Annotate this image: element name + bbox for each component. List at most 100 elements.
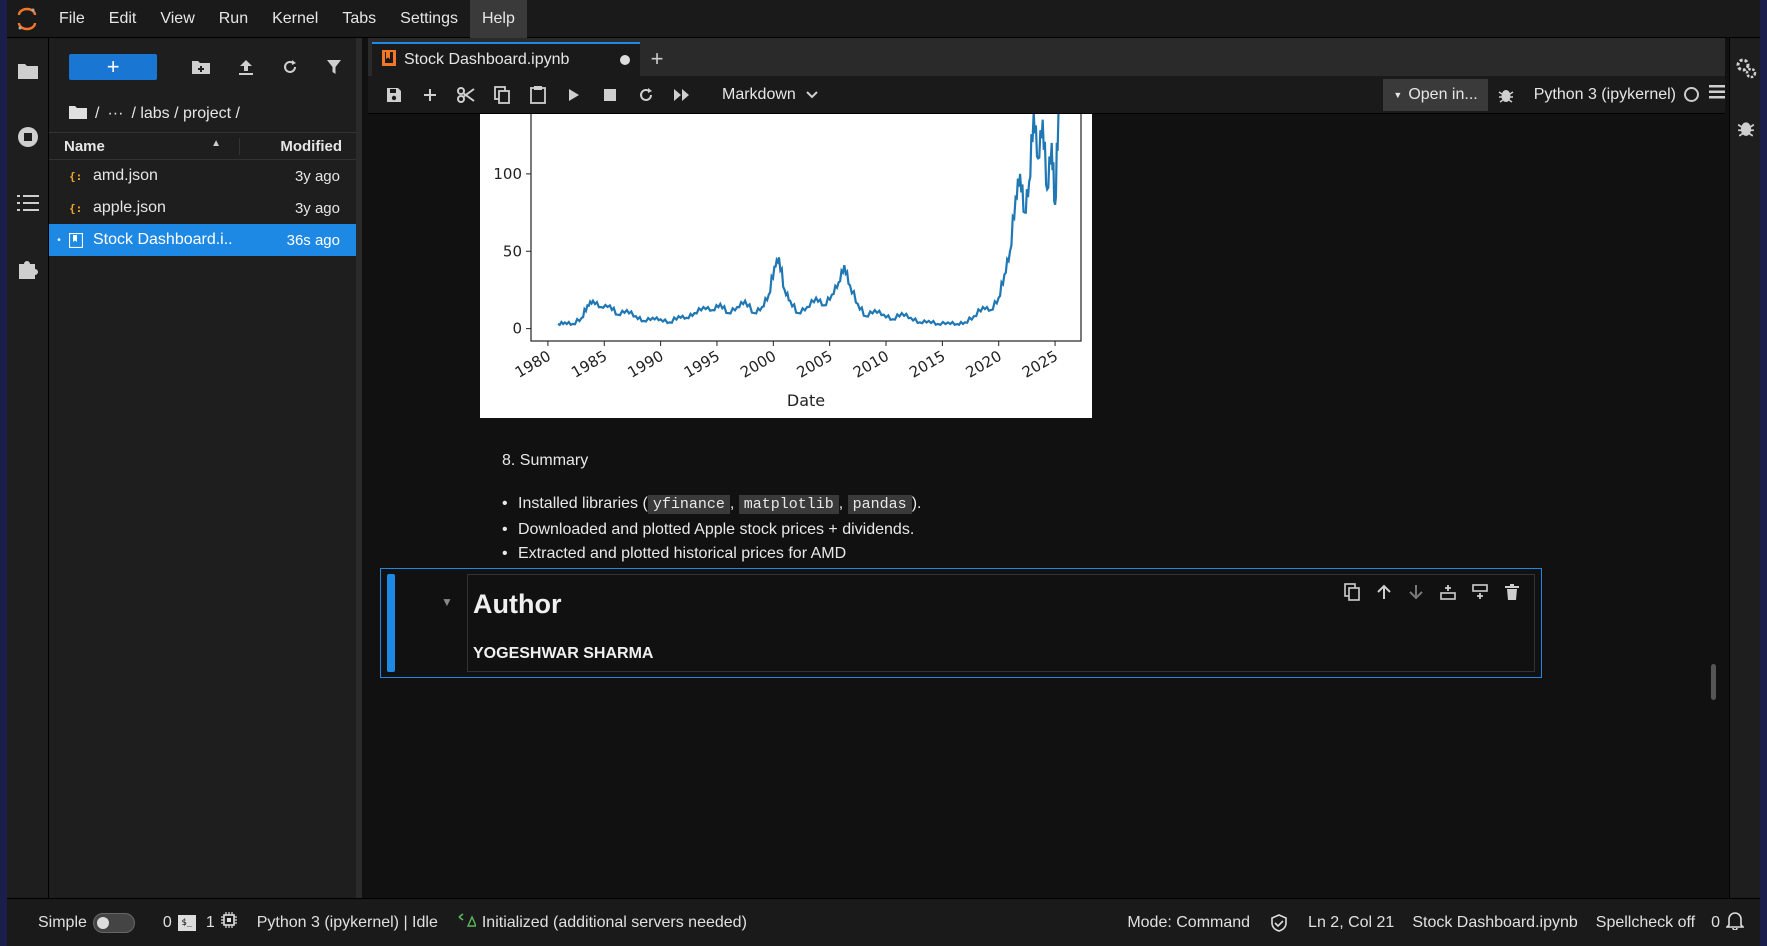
summary-heading: 8. Summary <box>502 452 589 469</box>
file-row[interactable]: {:} apple.json 3y ago <box>49 192 356 224</box>
running-sessions-icon[interactable] <box>7 104 49 170</box>
status-bar: Simple 0 $_ 1 Python 3 (ipykernel) | Idl… <box>7 898 1760 946</box>
debugger-panel-icon[interactable] <box>1730 98 1761 158</box>
menu-view[interactable]: View <box>148 0 206 38</box>
scrollbar-thumb[interactable] <box>1711 664 1716 700</box>
author-cell-content[interactable]: Author YOGESHWAR SHARMA <box>467 574 1535 672</box>
x-tick-label: 2005 <box>794 347 836 382</box>
filter-icon[interactable] <box>312 54 356 80</box>
menu-edit[interactable]: Edit <box>97 0 149 38</box>
home-folder-icon[interactable] <box>69 105 87 124</box>
table-of-contents-icon[interactable] <box>7 170 49 236</box>
insert-cell-icon[interactable] <box>412 80 448 110</box>
file-name: amd.json <box>93 167 158 184</box>
notebook-mode: Mode: Command <box>1127 913 1251 931</box>
new-folder-icon[interactable] <box>179 54 223 80</box>
cut-icon[interactable] <box>448 80 484 110</box>
summary-list: Installed libraries (yfinance, matplotli… <box>502 492 922 567</box>
folder-icon[interactable] <box>7 38 49 104</box>
menu-file[interactable]: File <box>47 0 97 38</box>
new-launcher-button[interactable]: + <box>69 54 158 80</box>
cell-type-value: Markdown <box>722 85 796 103</box>
file-list-header: Name ▲ Modified <box>49 132 356 160</box>
trusted-shield-icon[interactable] <box>1270 913 1288 932</box>
breadcrumb-root[interactable]: / <box>95 105 99 123</box>
paste-icon[interactable] <box>520 80 556 110</box>
delete-cell-icon[interactable] <box>1500 581 1524 603</box>
x-axis-label: Date <box>787 391 825 410</box>
cell-collapser[interactable] <box>387 574 395 672</box>
name-column-header[interactable]: Name ▲ <box>49 138 239 155</box>
notifications[interactable]: 0 <box>1711 910 1745 935</box>
menu-icon[interactable] <box>1709 85 1725 104</box>
code-matplotlib: matplotlib <box>738 495 839 514</box>
toolbar-right: ▼ Open in... Python 3 (ipykernel) <box>1383 76 1725 114</box>
tab-stock-dashboard[interactable]: Stock Dashboard.ipynb <box>372 42 640 76</box>
move-down-icon[interactable] <box>1404 581 1428 603</box>
x-tick-label: 1995 <box>681 347 723 382</box>
kernels-indicator[interactable]: 1 <box>206 912 237 933</box>
file-modified: 3y ago <box>294 199 340 217</box>
tab-title: Stock Dashboard.ipynb <box>404 51 570 68</box>
notebook-icon <box>69 232 93 248</box>
breadcrumb-path[interactable]: / labs / project / <box>131 105 240 123</box>
restart-run-all-icon[interactable] <box>664 80 700 110</box>
notebook-scrollbar[interactable] <box>1708 114 1720 898</box>
simple-mode-switch[interactable] <box>92 912 135 933</box>
cell-type-dropdown[interactable]: Markdown <box>722 86 818 104</box>
libraries-suffix: ). <box>911 495 922 512</box>
simple-mode-toggle[interactable]: Simple <box>38 912 135 933</box>
separator-2: , <box>838 495 844 512</box>
json-icon: {:} <box>69 169 93 183</box>
y-axis-ticks: 100 50 0 <box>493 165 531 338</box>
copy-icon[interactable] <box>484 80 520 110</box>
cursor-position[interactable]: Ln 2, Col 21 <box>1308 914 1394 932</box>
refresh-icon[interactable] <box>268 54 312 80</box>
summary-item-apple: Downloaded and plotted Apple stock price… <box>502 518 921 543</box>
file-row[interactable]: • Stock Dashboard.i... 36s ago <box>49 224 356 256</box>
run-icon[interactable] <box>556 80 592 110</box>
extension-manager-icon[interactable] <box>7 236 49 302</box>
author-cell[interactable]: ▼ Author YOGESHWAR SHARMA <box>380 568 1542 678</box>
menu-help[interactable]: Help <box>469 0 527 38</box>
move-up-icon[interactable] <box>1372 581 1396 603</box>
terminals-indicator[interactable]: 0 $_ <box>163 914 196 932</box>
menu-kernel[interactable]: Kernel <box>260 0 330 38</box>
notebook-icon <box>382 49 396 71</box>
x-tick-label: 2015 <box>906 347 948 382</box>
heading-collapse-icon[interactable]: ▼ <box>441 595 453 609</box>
x-tick-label: 1980 <box>512 347 554 382</box>
file-row[interactable]: {:} amd.json 3y ago <box>49 160 356 192</box>
spellcheck-status[interactable]: Spellcheck off <box>1596 914 1695 932</box>
menu-run[interactable]: Run <box>207 0 260 38</box>
kernel-status[interactable]: Python 3 (ipykernel) | Idle <box>257 914 438 932</box>
file-list: {:} amd.json 3y ago {:} apple.json 3y ago • Sto… <box>49 160 356 256</box>
breadcrumb-ellipsis[interactable]: ··· <box>107 105 123 123</box>
stop-icon[interactable] <box>592 80 628 110</box>
insert-below-icon[interactable] <box>1468 581 1492 603</box>
file-browser-toolbar: + <box>49 38 356 96</box>
modified-column-header[interactable]: Modified <box>239 137 356 155</box>
name-column-label: Name <box>64 137 105 155</box>
code-pandas: pandas <box>847 495 912 514</box>
property-inspector-icon[interactable] <box>1730 38 1761 98</box>
insert-above-icon[interactable] <box>1436 581 1460 603</box>
open-in-button[interactable]: ▼ Open in... <box>1383 78 1488 111</box>
separator-1: , <box>729 495 735 512</box>
new-tab-button[interactable]: + <box>642 44 672 74</box>
duplicate-cell-icon[interactable] <box>1340 581 1364 603</box>
svg-text:{:}: {:} <box>69 170 83 183</box>
restart-icon[interactable] <box>628 80 664 110</box>
json-icon: {:} <box>69 201 93 215</box>
menu-settings[interactable]: Settings <box>388 0 470 38</box>
notification-count: 0 <box>1711 913 1720 931</box>
kernel-name[interactable]: Python 3 (ipykernel) <box>1534 86 1676 104</box>
debugger-icon[interactable] <box>1488 80 1524 110</box>
menubar: File Edit View Run Kernel Tabs Settings … <box>7 0 1760 38</box>
menu-tabs[interactable]: Tabs <box>330 0 388 38</box>
upload-icon[interactable] <box>224 54 268 80</box>
summary-item-libraries: Installed libraries (yfinance, matplotli… <box>502 492 922 518</box>
save-icon[interactable] <box>376 80 412 110</box>
unsaved-dot-icon[interactable] <box>620 55 630 65</box>
lsp-status[interactable]: Initialized (additional servers needed) <box>458 912 747 933</box>
